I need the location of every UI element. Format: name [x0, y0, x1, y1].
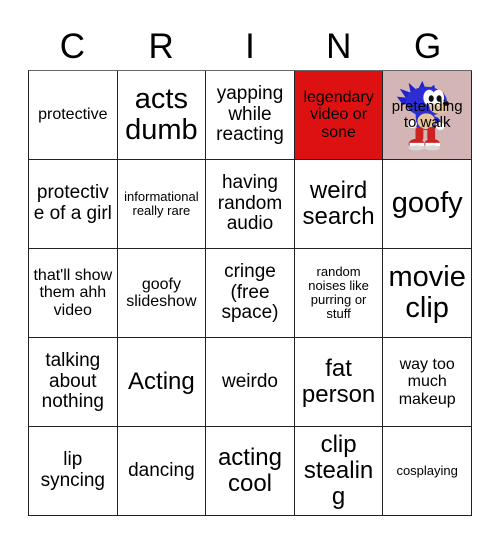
bingo-cell-r1[interactable]: acts dumb [117, 71, 207, 160]
bingo-cell-r5[interactable]: dancing [117, 427, 207, 516]
bingo-cell-n2[interactable]: weird search [294, 160, 384, 249]
bingo-row-5: lip syncing dancing acting cool clip ste… [29, 427, 472, 516]
bingo-cell-i4[interactable]: weirdo [206, 338, 295, 427]
header-letter-g: G [413, 26, 442, 66]
bingo-grid: protective acts dumb yapping while react… [28, 70, 472, 516]
bingo-cell-label: pretending to walk [391, 97, 463, 131]
bingo-cell-label: acts dumb [125, 82, 198, 146]
bingo-cell-label: dancing [128, 459, 195, 481]
bingo-cell-i2[interactable]: having random audio [206, 160, 295, 249]
bingo-cell-label: talking about nothing [41, 350, 104, 413]
bingo-cell-i3-free-space[interactable]: cringe (free space) [206, 249, 295, 338]
bingo-cell-label: that'll show them ahh video [33, 267, 113, 319]
bingo-cell-label: cosplaying [396, 462, 458, 478]
bingo-cell-n5[interactable]: clip stealing [294, 427, 384, 516]
bingo-row-4: talking about nothing Acting weirdo fat … [29, 338, 472, 427]
bingo-cell-c4[interactable]: talking about nothing [29, 338, 118, 427]
bingo-cell-r4[interactable]: Acting [117, 338, 207, 427]
header-letter-n: N [326, 26, 352, 66]
bingo-cell-label: clip stealing [303, 431, 374, 510]
bingo-row-2: protective of a girl informational reall… [29, 160, 472, 249]
bingo-cell-g3[interactable]: movie clip [383, 249, 472, 338]
bingo-cell-g1[interactable]: pretending to walk [383, 71, 472, 160]
bingo-cell-label: way too much makeup [398, 356, 456, 408]
bingo-cell-label: random noises like purring or stuff [308, 263, 369, 322]
bingo-cell-label: cringe (free space) [221, 261, 279, 324]
bingo-cell-label: having random audio [217, 172, 283, 235]
bingo-cell-n3[interactable]: random noises like purring or stuff [294, 249, 384, 338]
bingo-cell-i1[interactable]: yapping while reacting [206, 71, 295, 160]
bingo-cell-label: movie clip [388, 260, 466, 324]
header-letter-c: C [59, 26, 86, 66]
bingo-cell-g4[interactable]: way too much makeup [383, 338, 472, 427]
bingo-cell-label: lip syncing [40, 449, 105, 491]
bingo-cell-label: informational really rare [124, 188, 199, 218]
bingo-cell-label: protective of a girl [33, 182, 112, 224]
bingo-cell-c2[interactable]: protective of a girl [29, 160, 118, 249]
bingo-card: C R I N G protective acts dumb yapping w… [28, 22, 472, 516]
bingo-cell-c1[interactable]: protective [29, 71, 118, 160]
bingo-cell-n1[interactable]: legendary video or sone [294, 71, 384, 160]
bingo-header-row: C R I N G [28, 22, 472, 70]
header-letter-r: R [148, 26, 174, 66]
header-letter-i: I [245, 26, 255, 66]
bingo-cell-g2[interactable]: goofy [383, 160, 472, 249]
bingo-cell-label: goofy [391, 187, 463, 220]
bingo-cell-r2[interactable]: informational really rare [117, 160, 207, 249]
bingo-cell-label: protective [38, 106, 108, 124]
bingo-cell-label: acting cool [217, 444, 282, 497]
bingo-cell-c5[interactable]: lip syncing [29, 427, 118, 516]
bingo-cell-r3[interactable]: goofy slideshow [117, 249, 207, 338]
bingo-row-1: protective acts dumb yapping while react… [29, 71, 472, 160]
bingo-cell-label: weirdo [221, 370, 278, 392]
bingo-cell-label: Acting [128, 368, 195, 396]
bingo-cell-n4[interactable]: fat person [294, 338, 384, 427]
bingo-cell-label: fat person [301, 355, 376, 408]
bingo-row-3: that'll show them ahh video goofy slides… [29, 249, 472, 338]
bingo-cell-i5[interactable]: acting cool [206, 427, 295, 516]
bingo-cell-c3[interactable]: that'll show them ahh video [29, 249, 118, 338]
bingo-cell-label: goofy slideshow [126, 275, 197, 310]
bingo-cell-label: legendary video or sone [303, 89, 374, 141]
bingo-cell-label: yapping while reacting [216, 83, 284, 146]
bingo-cell-label: weird search [302, 177, 375, 230]
bingo-cell-g5[interactable]: cosplaying [383, 427, 472, 516]
